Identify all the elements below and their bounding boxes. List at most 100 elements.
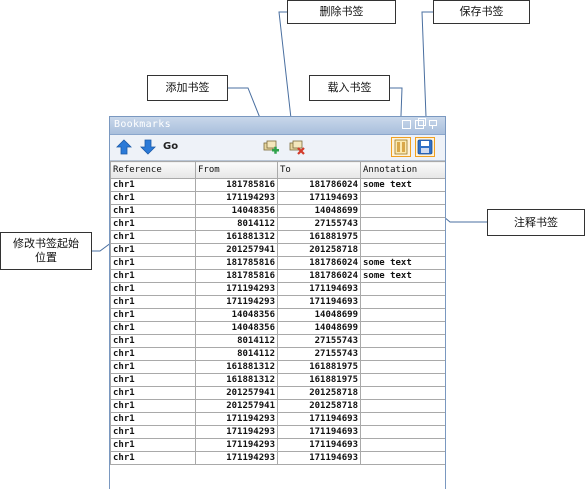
cell-reference[interactable]: chr1	[110, 412, 196, 426]
cell-reference[interactable]: chr1	[110, 243, 196, 257]
cell-reference[interactable]: chr1	[110, 425, 196, 439]
cell-annotation[interactable]	[360, 360, 445, 374]
cell-reference[interactable]: chr1	[110, 256, 196, 270]
cell-annotation[interactable]: some text	[360, 269, 445, 283]
cell-from[interactable]: 171194293	[195, 438, 278, 452]
cell-to[interactable]: 181786024	[277, 269, 361, 283]
delete-bookmark-button[interactable]	[288, 138, 306, 156]
cell-annotation[interactable]	[360, 347, 445, 361]
cell-to[interactable]: 14048699	[277, 204, 361, 218]
cell-annotation[interactable]	[360, 204, 445, 218]
table-row[interactable]: chr1 171194293 171194693	[110, 295, 445, 309]
cell-reference[interactable]: chr1	[110, 282, 196, 296]
cell-to[interactable]: 14048699	[277, 321, 361, 335]
cell-to[interactable]: 27155743	[277, 347, 361, 361]
cell-annotation[interactable]: some text	[360, 256, 445, 270]
cell-annotation[interactable]	[360, 425, 445, 439]
cell-reference[interactable]: chr1	[110, 386, 196, 400]
table-row[interactable]: chr1 171194293 171194693	[110, 425, 445, 439]
table-row[interactable]: chr1 14048356 14048699	[110, 321, 445, 335]
table-row[interactable]: chr1 181785816 181786024 some text	[110, 269, 445, 283]
cell-reference[interactable]: chr1	[110, 308, 196, 322]
cell-annotation[interactable]	[360, 412, 445, 426]
table-row[interactable]: chr1 171194293 171194693	[110, 412, 445, 426]
cell-to[interactable]: 181786024	[277, 178, 361, 192]
column-header-annotation[interactable]: Annotation	[360, 161, 445, 179]
cell-annotation[interactable]	[360, 308, 445, 322]
cell-annotation[interactable]	[360, 399, 445, 413]
cell-from[interactable]: 8014112	[195, 347, 278, 361]
cell-to[interactable]: 171194693	[277, 412, 361, 426]
cell-from[interactable]: 171194293	[195, 295, 278, 309]
cell-reference[interactable]: chr1	[110, 373, 196, 387]
cell-to[interactable]: 171194693	[277, 191, 361, 205]
pin-icon[interactable]	[428, 120, 437, 129]
cell-from[interactable]: 8014112	[195, 334, 278, 348]
cell-from[interactable]: 171194293	[195, 451, 278, 465]
cell-reference[interactable]: chr1	[110, 295, 196, 309]
cell-to[interactable]: 161881975	[277, 360, 361, 374]
cell-reference[interactable]: chr1	[110, 217, 196, 231]
cell-from[interactable]: 181785816	[195, 269, 278, 283]
table-row[interactable]: chr1 8014112 27155743	[110, 347, 445, 361]
cell-from[interactable]: 14048356	[195, 321, 278, 335]
cell-to[interactable]: 181786024	[277, 256, 361, 270]
column-header-to[interactable]: To	[277, 161, 361, 179]
table-row[interactable]: chr1 181785816 181786024 some text	[110, 256, 445, 270]
cell-to[interactable]: 201258718	[277, 386, 361, 400]
cell-annotation[interactable]	[360, 295, 445, 309]
cell-annotation[interactable]	[360, 243, 445, 257]
cell-from[interactable]: 161881312	[195, 360, 278, 374]
go-button[interactable]: Go	[163, 141, 178, 152]
cell-from[interactable]: 161881312	[195, 230, 278, 244]
cell-reference[interactable]: chr1	[110, 321, 196, 335]
move-up-button[interactable]	[115, 138, 133, 156]
restore-icon[interactable]	[402, 120, 411, 129]
move-down-button[interactable]	[139, 138, 157, 156]
save-bookmarks-button[interactable]	[415, 137, 435, 157]
cell-from[interactable]: 14048356	[195, 308, 278, 322]
table-row[interactable]: chr1 161881312 161881975	[110, 360, 445, 374]
cell-from[interactable]: 14048356	[195, 204, 278, 218]
cell-to[interactable]: 201258718	[277, 399, 361, 413]
column-header-reference[interactable]: Reference	[110, 161, 196, 179]
cell-from[interactable]: 201257941	[195, 386, 278, 400]
cell-annotation[interactable]	[360, 191, 445, 205]
cell-reference[interactable]: chr1	[110, 438, 196, 452]
cell-reference[interactable]: chr1	[110, 399, 196, 413]
cell-to[interactable]: 201258718	[277, 243, 361, 257]
table-row[interactable]: chr1 201257941 201258718	[110, 399, 445, 413]
cell-from[interactable]: 201257941	[195, 399, 278, 413]
table-row[interactable]: chr1 171194293 171194693	[110, 191, 445, 205]
cell-annotation[interactable]	[360, 282, 445, 296]
cell-reference[interactable]: chr1	[110, 269, 196, 283]
table-row[interactable]: chr1 14048356 14048699	[110, 308, 445, 322]
cell-from[interactable]: 171194293	[195, 425, 278, 439]
cell-from[interactable]: 181785816	[195, 256, 278, 270]
cell-annotation[interactable]	[360, 321, 445, 335]
cell-to[interactable]: 27155743	[277, 217, 361, 231]
cell-to[interactable]: 27155743	[277, 334, 361, 348]
cell-to[interactable]: 171194693	[277, 295, 361, 309]
add-bookmark-button[interactable]	[262, 138, 280, 156]
load-bookmarks-button[interactable]	[391, 137, 411, 157]
table-row[interactable]: chr1 8014112 27155743	[110, 334, 445, 348]
cell-reference[interactable]: chr1	[110, 230, 196, 244]
cell-from[interactable]: 181785816	[195, 178, 278, 192]
cell-annotation[interactable]	[360, 230, 445, 244]
table-row[interactable]: chr1 181785816 181786024 some text	[110, 178, 445, 192]
cell-reference[interactable]: chr1	[110, 451, 196, 465]
cell-annotation[interactable]	[360, 451, 445, 465]
table-row[interactable]: chr1 8014112 27155743	[110, 217, 445, 231]
table-row[interactable]: chr1 201257941 201258718	[110, 386, 445, 400]
cell-to[interactable]: 14048699	[277, 308, 361, 322]
cell-from[interactable]: 201257941	[195, 243, 278, 257]
table-row[interactable]: chr1 171194293 171194693	[110, 438, 445, 452]
cell-annotation[interactable]	[360, 373, 445, 387]
cell-to[interactable]: 161881975	[277, 373, 361, 387]
cell-reference[interactable]: chr1	[110, 178, 196, 192]
cell-reference[interactable]: chr1	[110, 347, 196, 361]
column-header-from[interactable]: From	[195, 161, 278, 179]
maximize-icon[interactable]	[415, 118, 426, 129]
cell-from[interactable]: 171194293	[195, 282, 278, 296]
